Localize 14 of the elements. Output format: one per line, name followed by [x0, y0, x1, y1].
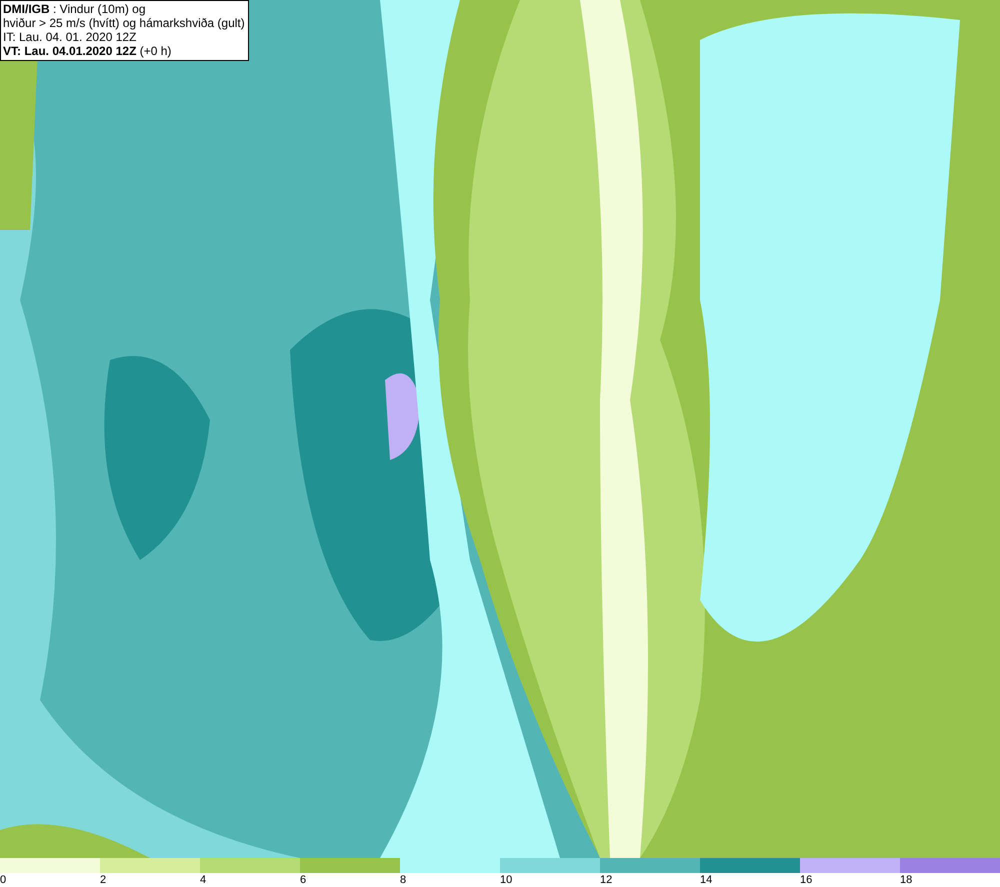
legend-label: 8	[400, 873, 406, 887]
legend-label: 16	[800, 873, 812, 887]
legend-label: 10	[500, 873, 512, 887]
legend-label: 4	[200, 873, 206, 887]
legend-label: 2	[100, 873, 106, 887]
legend-label: 6	[300, 873, 306, 887]
title-text: DMI/IGB : Vindur (10m) og	[3, 2, 146, 16]
title-text: VT: Lau. 04.01.2020 12Z (+0 h)	[3, 44, 172, 58]
legend-label: 18	[900, 873, 912, 887]
legend-label: 0	[0, 873, 6, 887]
title-text: hviður > 25 m/s (hvítt) og hámarkshviða (gult)	[3, 16, 245, 30]
title-text: IT: Lau. 04. 01. 2020 12Z	[3, 30, 138, 44]
legend-label: 14	[700, 873, 712, 887]
legend-label: 12	[600, 873, 612, 887]
